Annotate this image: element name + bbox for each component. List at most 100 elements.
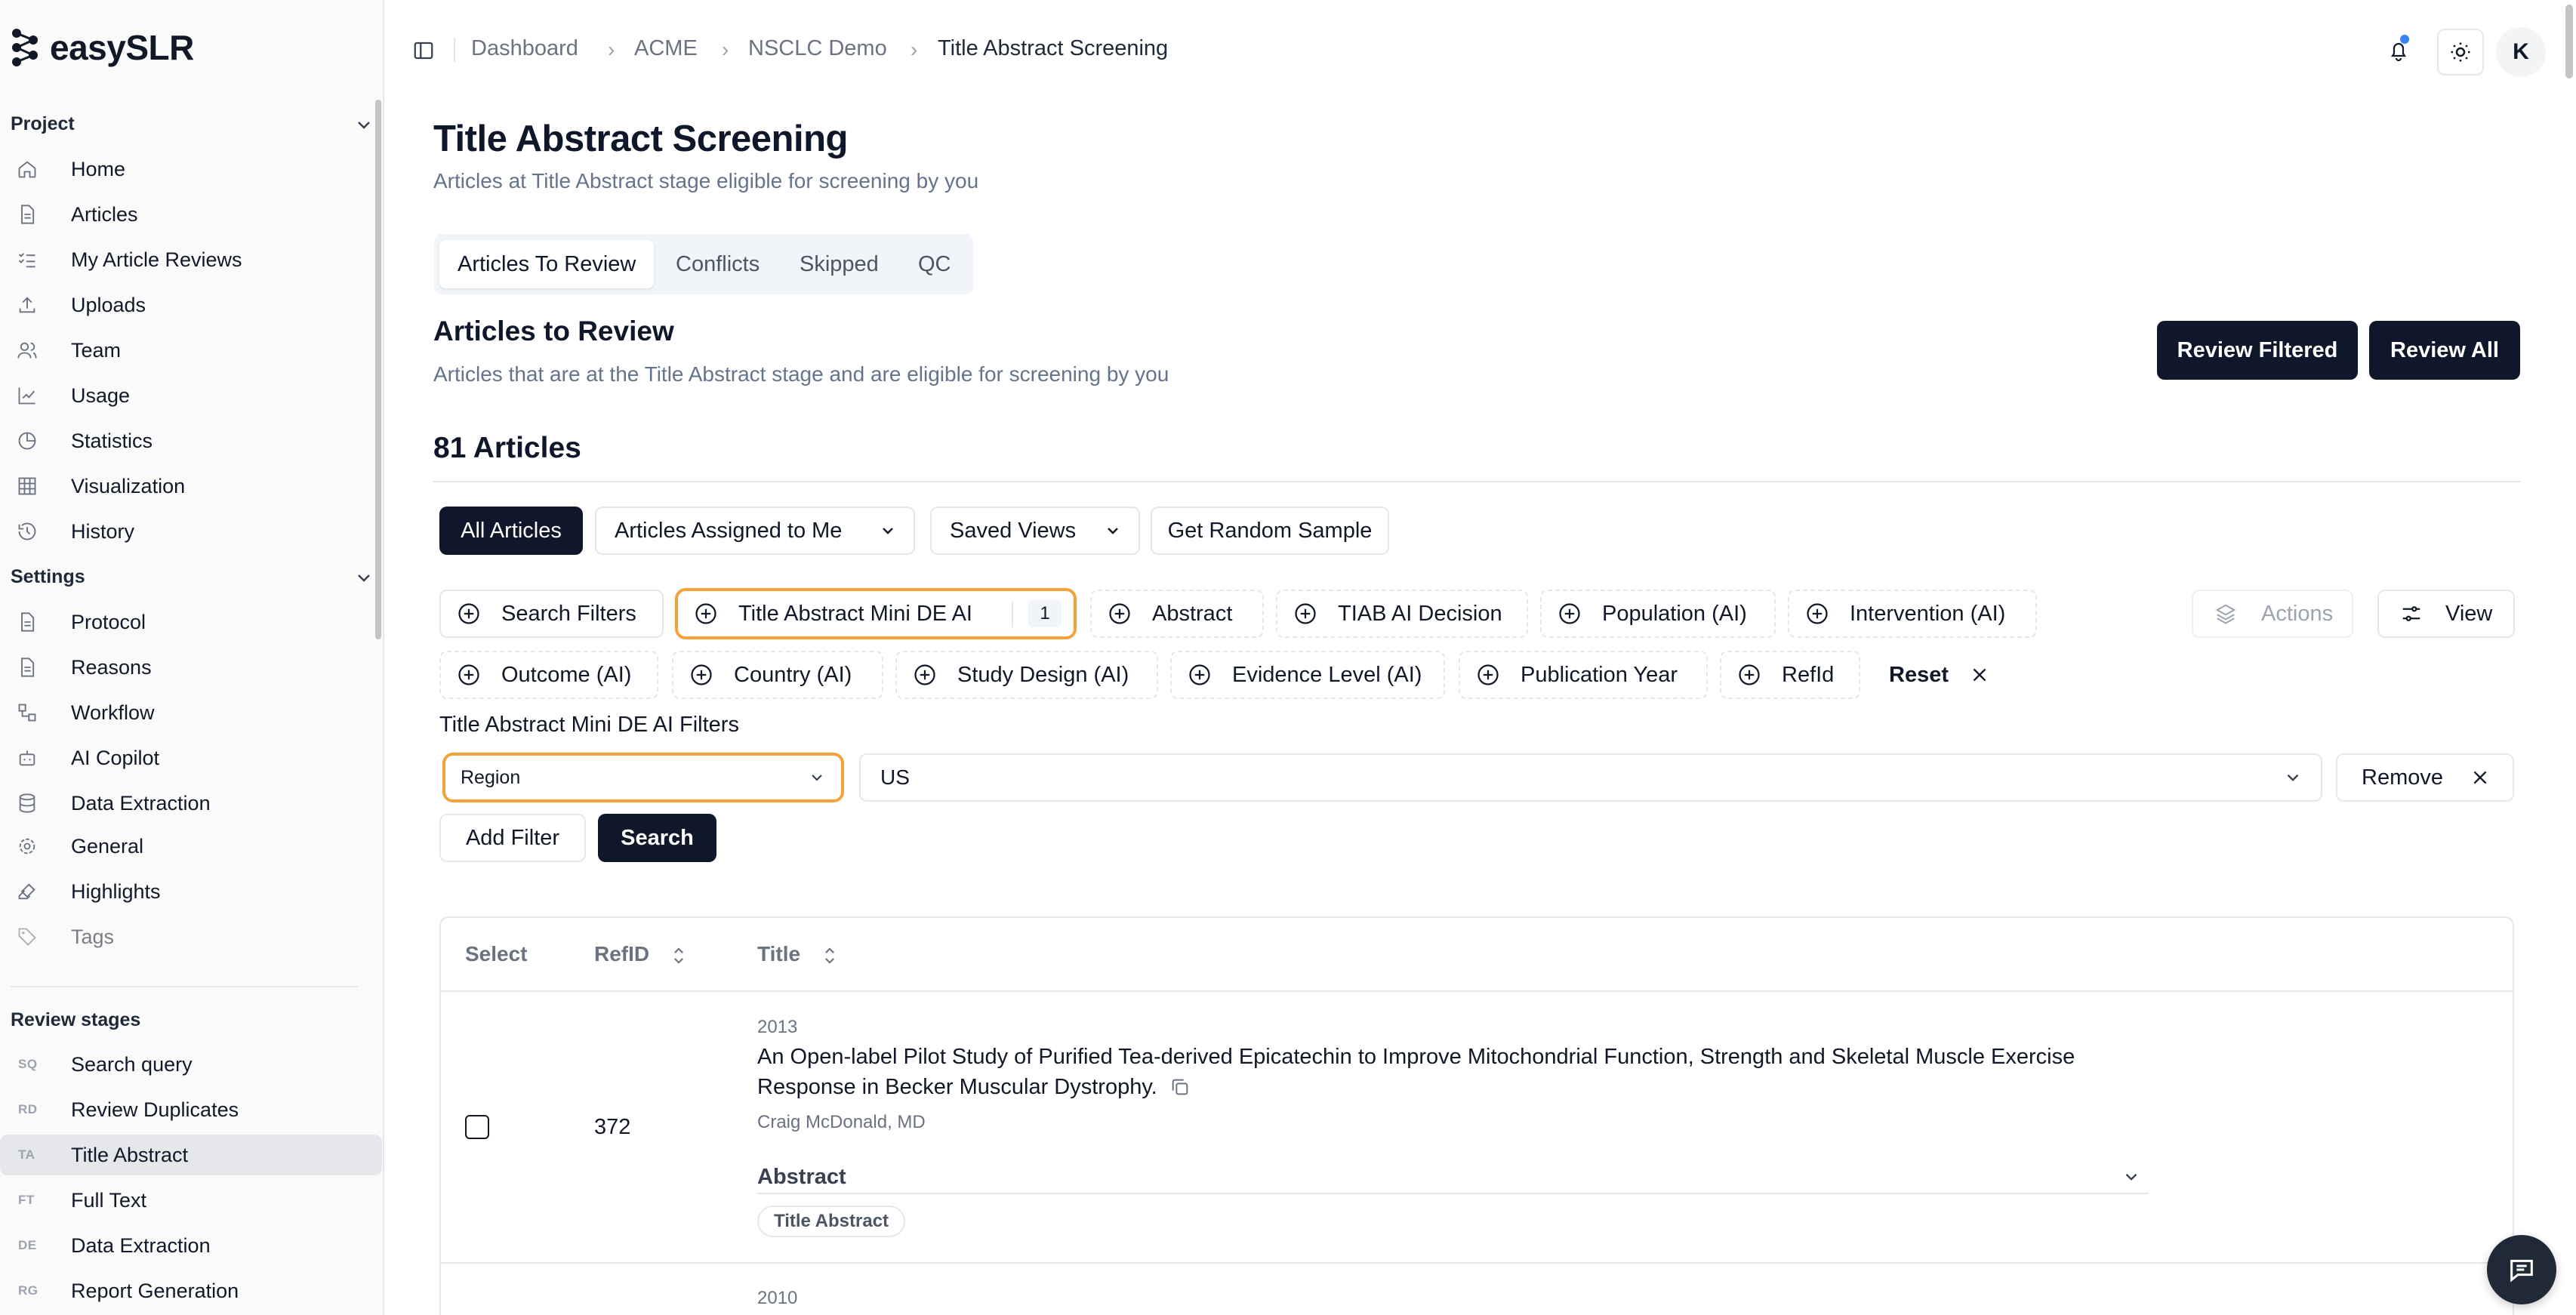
outcome-ai-chip[interactable]: Outcome (AI)	[439, 651, 658, 699]
sidebar-item-tags[interactable]: Tags	[0, 916, 384, 957]
stage-abbr: FT	[18, 1193, 35, 1207]
sidebar-item-articles[interactable]: Articles	[0, 194, 384, 235]
all-articles-button[interactable]: All Articles	[439, 507, 583, 555]
sidebar-item-statistics[interactable]: Statistics	[0, 420, 384, 461]
sidebar-item-general[interactable]: General	[0, 826, 384, 867]
sidebar-item-home[interactable]: Home	[0, 149, 384, 189]
sidebar-item-label: Workflow	[71, 701, 155, 724]
sidebar-item-usage[interactable]: Usage	[0, 375, 384, 416]
study-design-ai-chip[interactable]: Study Design (AI)	[895, 651, 1158, 699]
row-title[interactable]: An Open-label Pilot Study of Purified Te…	[757, 1042, 2075, 1102]
population-ai-chip[interactable]: Population (AI)	[1540, 590, 1776, 638]
intervention-ai-chip[interactable]: Intervention (AI)	[1788, 590, 2037, 638]
column-header-select: Select	[465, 942, 528, 965]
actions-button[interactable]: Actions	[2192, 590, 2353, 638]
stage-label: Data Extraction	[71, 1233, 211, 1257]
filter-field-select[interactable]: Region	[442, 753, 844, 802]
saved-views-dropdown[interactable]: Saved Views	[930, 507, 1140, 555]
chat-icon	[2510, 1259, 2533, 1283]
sidebar-toggle-icon[interactable]	[412, 39, 435, 62]
project-header-label: Project	[11, 113, 75, 134]
sidebar-scrollbar[interactable]	[375, 100, 381, 639]
column-header-refid[interactable]: RefID	[594, 942, 686, 966]
bell-icon	[2390, 35, 2409, 62]
copy-icon[interactable]	[1169, 1076, 1191, 1098]
sidebar-item-ai-copilot[interactable]: AI Copilot	[0, 738, 384, 778]
file-text-icon	[21, 205, 35, 224]
tiab-ai-decision-chip[interactable]: TIAB AI Decision	[1276, 590, 1528, 638]
breadcrumb-nsclc-demo[interactable]: NSCLC Demo	[748, 36, 887, 61]
chevron-down-icon	[2125, 1173, 2137, 1181]
sidebar-item-label: History	[71, 519, 135, 543]
review-all-button[interactable]: Review All	[2369, 321, 2520, 380]
stage-label: Review Duplicates	[71, 1098, 239, 1121]
sidebar-item-reasons[interactable]: Reasons	[0, 647, 384, 688]
random-sample-button[interactable]: Get Random Sample	[1151, 507, 1389, 555]
tab-qc[interactable]: QC	[900, 240, 969, 288]
stage-item-report-generation[interactable]: RG Report Generation	[0, 1270, 384, 1311]
actions-label: Actions	[2261, 601, 2334, 626]
avatar[interactable]: K	[2496, 27, 2546, 77]
sidebar-item-label: General	[71, 834, 144, 858]
sidebar-item-workflow[interactable]: Workflow	[0, 692, 384, 733]
publication-year-chip[interactable]: Publication Year	[1459, 651, 1708, 699]
theme-toggle-button[interactable]	[2437, 29, 2484, 75]
settings-section-header[interactable]: Settings	[11, 566, 373, 588]
tab-skipped[interactable]: Skipped	[781, 240, 897, 288]
stage-item-full-text[interactable]: FT Full Text	[0, 1180, 384, 1221]
reset-filters-button[interactable]: Reset	[1872, 651, 1989, 699]
sidebar-item-highlights[interactable]: Highlights	[0, 871, 384, 912]
plus-circle-icon	[914, 664, 935, 685]
sun-icon	[2451, 42, 2470, 62]
abstract-chip[interactable]: Abstract	[1090, 590, 1264, 638]
filter-value-select[interactable]: US	[859, 753, 2322, 802]
chat-button[interactable]	[2487, 1235, 2556, 1304]
tab-articles-to-review[interactable]: Articles To Review	[439, 240, 655, 288]
stage-item-search-query[interactable]: SQ Search query	[0, 1044, 384, 1085]
refid-chip[interactable]: RefId	[1720, 651, 1860, 699]
view-options-button[interactable]: View	[2377, 590, 2515, 638]
breadcrumb-acme[interactable]: ACME	[634, 36, 698, 61]
sidebar-item-history[interactable]: History	[0, 511, 384, 552]
stage-item-title-abstract[interactable]: TA Title Abstract	[0, 1135, 382, 1175]
plus-circle-icon	[1189, 664, 1210, 685]
plus-circle-icon	[695, 603, 716, 624]
country-ai-chip[interactable]: Country (AI)	[672, 651, 883, 699]
plus-circle-icon	[1109, 603, 1130, 624]
stage-item-review-duplicates[interactable]: RD Review Duplicates	[0, 1089, 384, 1130]
sidebar-item-uploads[interactable]: Uploads	[0, 285, 384, 325]
project-section-header[interactable]: Project	[11, 113, 373, 135]
abstract-accordion[interactable]: Abstract	[757, 1161, 2149, 1194]
search-filters-chip[interactable]: Search Filters	[439, 590, 664, 638]
sidebar-item-team[interactable]: Team	[0, 330, 384, 371]
page-scrollbar[interactable]	[2565, 5, 2573, 79]
sidebar-item-visualization[interactable]: Visualization	[0, 466, 384, 507]
notifications-button[interactable]	[2380, 32, 2417, 69]
sidebar-item-label: Protocol	[71, 610, 146, 633]
stage-item-data-extraction[interactable]: DE Data Extraction	[0, 1225, 384, 1266]
add-filter-button[interactable]: Add Filter	[439, 814, 586, 862]
articles-assigned-dropdown[interactable]: Articles Assigned to Me	[595, 507, 915, 555]
sidebar-item-my-article-reviews[interactable]: My Article Reviews	[0, 239, 384, 280]
sidebar-item-label: Highlights	[71, 879, 161, 903]
review-filtered-button[interactable]: Review Filtered	[2157, 321, 2358, 380]
sidebar-item-label: Home	[71, 157, 126, 180]
app-name: easySLR	[50, 28, 194, 67]
breadcrumb-dashboard[interactable]: Dashboard	[471, 36, 578, 61]
sidebar-item-data-extraction[interactable]: Data Extraction	[0, 783, 384, 824]
mini-de-ai-chip[interactable]: Title Abstract Mini DE AI 1	[675, 588, 1077, 639]
evidence-level-ai-chip[interactable]: Evidence Level (AI)	[1170, 651, 1445, 699]
workflow-icon	[18, 704, 36, 722]
search-button[interactable]: Search	[598, 814, 716, 862]
tab-conflicts[interactable]: Conflicts	[658, 240, 778, 288]
chip-label: Population (AI)	[1602, 601, 1747, 626]
database-icon	[19, 793, 35, 813]
column-header-title[interactable]: Title	[757, 942, 837, 966]
row-select-checkbox[interactable]	[465, 1115, 489, 1139]
sidebar-item-protocol[interactable]: Protocol	[0, 602, 384, 642]
chevron-down-icon	[358, 121, 370, 129]
articles-assigned-label: Articles Assigned to Me	[615, 518, 843, 543]
app-logo[interactable]: easySLR	[11, 27, 194, 68]
settings-header-label: Settings	[11, 566, 85, 587]
remove-filter-button[interactable]: Remove	[2336, 753, 2514, 802]
